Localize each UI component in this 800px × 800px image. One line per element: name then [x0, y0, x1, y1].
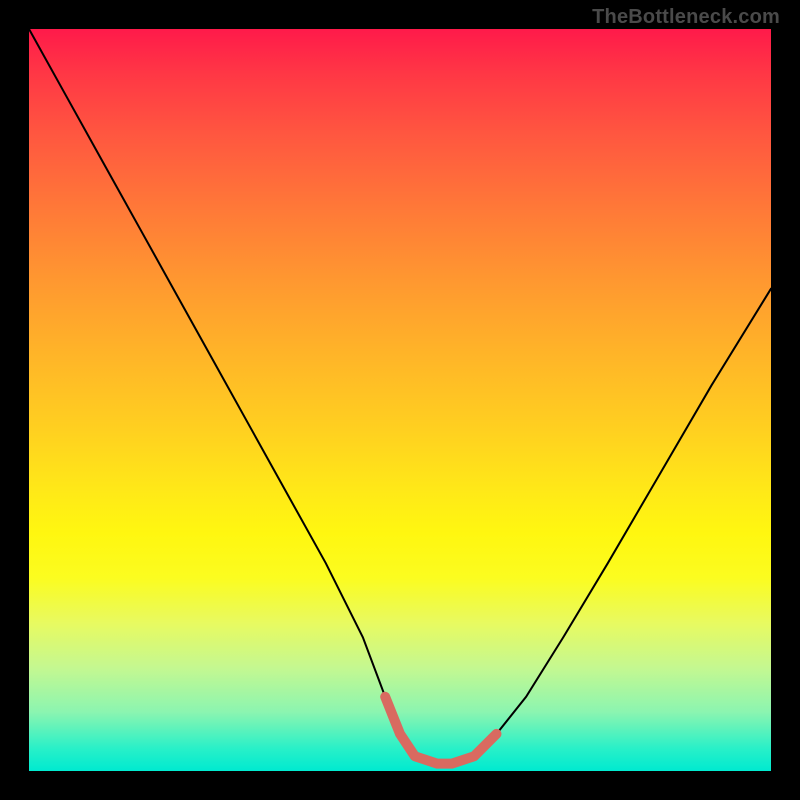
chart-overlay	[29, 29, 771, 771]
bottleneck-curve-left	[29, 29, 437, 764]
bottleneck-curve-right	[437, 289, 771, 764]
bottleneck-marker	[385, 697, 496, 764]
chart-container: TheBottleneck.com	[0, 0, 800, 800]
watermark-text: TheBottleneck.com	[592, 6, 780, 29]
